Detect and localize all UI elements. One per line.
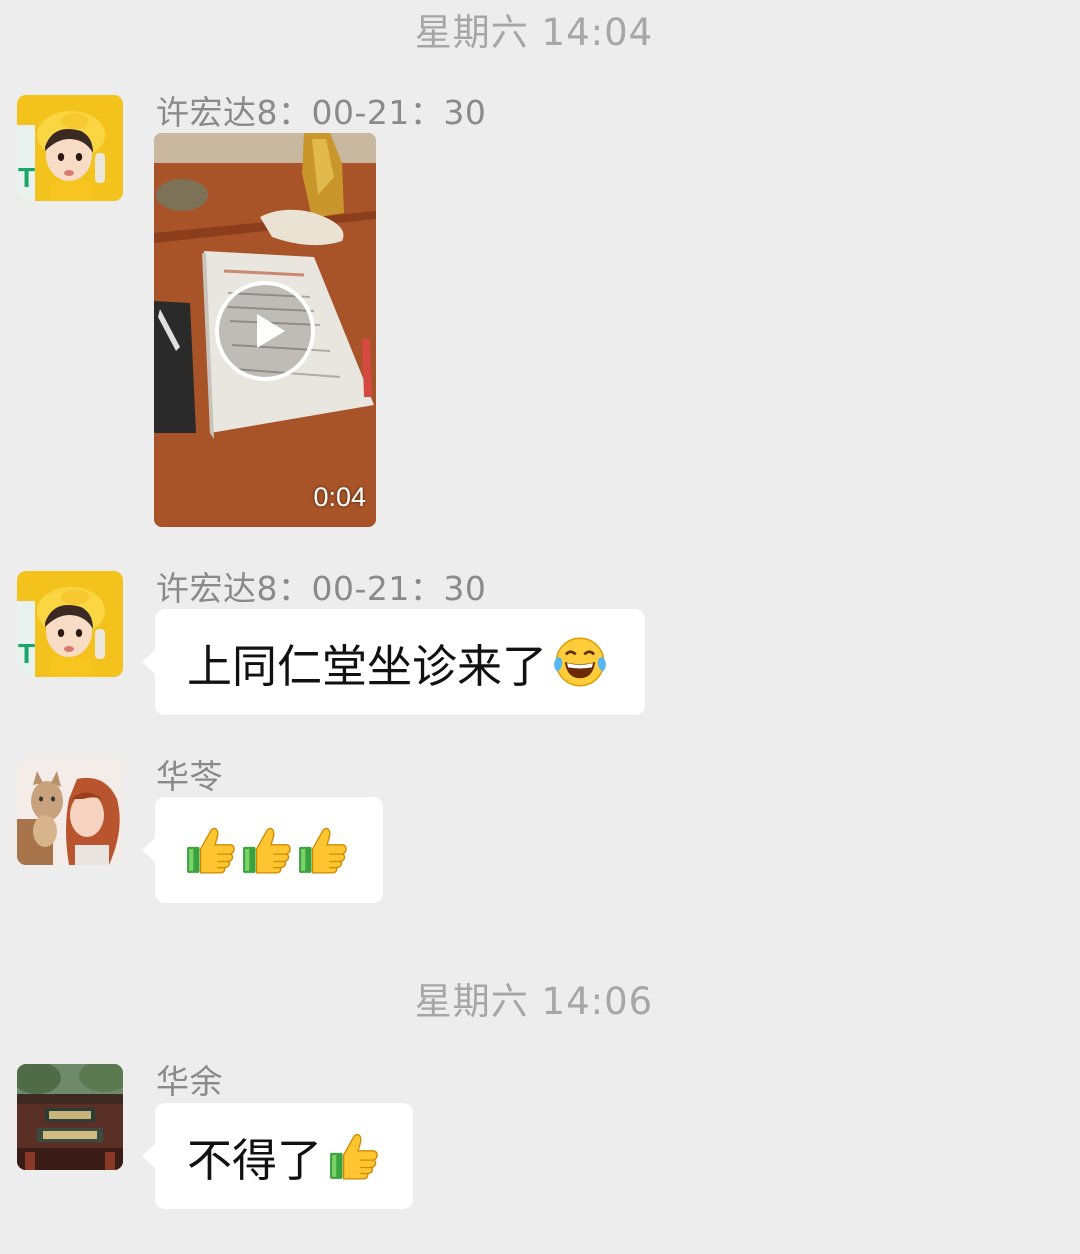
sender-name: 许宏达8：00-21：30 [156,569,487,608]
chat-timestamp: 星期六 14:06 [414,980,654,1023]
svg-text:T: T [18,638,35,669]
thumbs-up-icon [185,824,237,876]
message-text: 不得了 [187,1133,323,1187]
thumbs-up-icon [297,824,349,876]
message-bubble[interactable] [142,797,383,903]
tears-of-joy-icon [553,635,607,689]
building-gate-avatar[interactable] [17,1064,123,1170]
sender-name: 华余 [156,1062,223,1101]
thumbs-up-icon [328,1130,380,1182]
chat-timestamp: 星期六 14:04 [414,11,654,54]
sender-name: 华苓 [156,757,223,796]
woman-with-cat-avatar[interactable] [17,759,123,865]
message-bubble[interactable]: 不得了 [142,1103,413,1209]
svg-text:T: T [18,162,35,193]
message-bubble[interactable]: 上同仁堂坐诊来了 [142,609,645,715]
video-duration: 0:04 [313,482,366,512]
thumbs-up-icon [241,824,293,876]
play-button-icon[interactable] [215,281,315,381]
child-with-yellow-hat-avatar[interactable]: T [17,95,123,201]
sender-name: 许宏达8：00-21：30 [156,93,487,132]
child-with-yellow-hat-avatar[interactable]: T [17,571,123,677]
message-text: 上同仁堂坐诊来了 [187,639,548,693]
